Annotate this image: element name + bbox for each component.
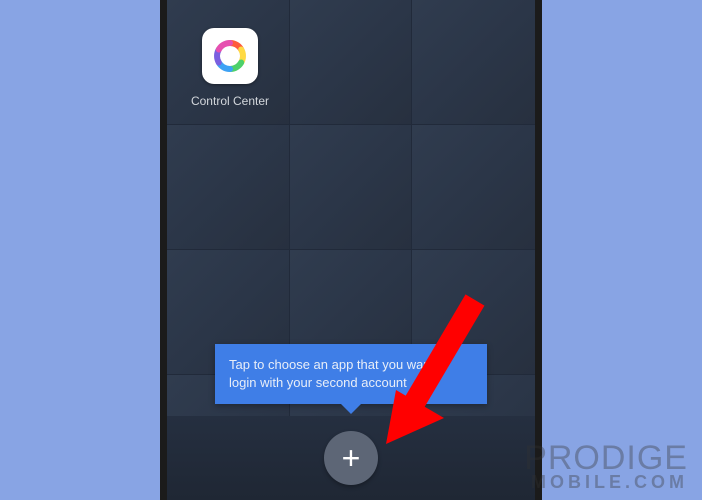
app-item-control-center[interactable]: Control Center [185, 28, 275, 108]
color-circle-icon [202, 28, 258, 84]
grid-cell [290, 125, 413, 250]
watermark-line2: MOBILE.COM [524, 474, 688, 490]
watermark: PRODIGE MOBILE.COM [524, 443, 688, 490]
tooltip-text: Tap to choose an app that you want to lo… [229, 357, 449, 390]
phone-frame: Control Center Tap to choose an app that… [160, 0, 542, 500]
tooltip: Tap to choose an app that you want to lo… [215, 344, 487, 404]
grid-cell [412, 125, 535, 250]
grid-cell [167, 125, 290, 250]
phone-screen: Control Center Tap to choose an app that… [167, 0, 535, 500]
app-label: Control Center [191, 94, 269, 108]
add-app-button[interactable]: + [324, 431, 378, 485]
grid-cell [290, 0, 413, 125]
watermark-line1: PRODIGE [524, 443, 688, 474]
grid-cell [412, 0, 535, 125]
bottom-bar: + [167, 416, 535, 500]
plus-icon: + [342, 442, 361, 474]
